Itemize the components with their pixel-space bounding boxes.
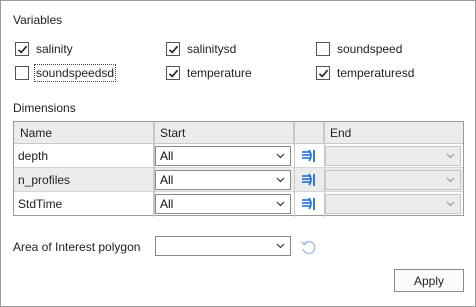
checkbox-label: salinitysd bbox=[187, 42, 237, 56]
checkbox-salinity[interactable]: salinity bbox=[15, 40, 73, 58]
checkmark-icon bbox=[168, 69, 178, 78]
checkmark-icon bbox=[168, 45, 178, 54]
arrow-to-end-icon bbox=[302, 149, 315, 162]
table-row: StdTime All bbox=[14, 192, 463, 216]
checkbox-box[interactable] bbox=[15, 66, 29, 80]
checkmark-icon bbox=[17, 45, 27, 54]
dialog-panel: Variables salinity salinitysd soundspeed… bbox=[0, 0, 476, 307]
chevron-down-icon bbox=[446, 201, 455, 207]
checkbox-label: salinity bbox=[36, 42, 73, 56]
dimension-name: StdTime bbox=[14, 192, 154, 216]
table-row: n_profiles All bbox=[14, 168, 463, 192]
checkbox-temperature[interactable]: temperature bbox=[166, 64, 252, 82]
checkbox-box[interactable] bbox=[166, 42, 180, 56]
chevron-down-icon bbox=[276, 153, 285, 159]
column-header-end[interactable]: End bbox=[324, 122, 465, 144]
column-header-name[interactable]: Name bbox=[14, 122, 154, 144]
chevron-down-icon bbox=[446, 177, 455, 183]
end-select[interactable] bbox=[325, 194, 461, 214]
dimensions-title: Dimensions bbox=[13, 101, 76, 115]
column-divider bbox=[154, 122, 155, 217]
checkbox-box[interactable] bbox=[15, 42, 29, 56]
checkbox-box[interactable] bbox=[166, 66, 180, 80]
start-select-value: All bbox=[160, 197, 174, 211]
column-divider bbox=[324, 122, 325, 217]
column-header-start[interactable]: Start bbox=[154, 122, 294, 144]
chevron-down-icon bbox=[276, 177, 285, 183]
end-select[interactable] bbox=[325, 146, 461, 166]
checkbox-temperaturesd[interactable]: temperaturesd bbox=[316, 64, 414, 82]
table-header: Name Start End bbox=[14, 122, 463, 144]
checkbox-box[interactable] bbox=[316, 42, 330, 56]
checkbox-label: soundspeed bbox=[337, 42, 403, 56]
start-select-value: All bbox=[160, 149, 174, 163]
checkmark-icon bbox=[318, 69, 328, 78]
checkbox-soundspeed[interactable]: soundspeed bbox=[316, 40, 402, 58]
end-select[interactable] bbox=[325, 170, 461, 190]
aoi-select[interactable] bbox=[155, 236, 291, 256]
checkbox-soundspeedsd[interactable]: soundspeedsd bbox=[15, 64, 117, 82]
arrow-to-end-icon bbox=[302, 173, 315, 186]
set-end-button[interactable] bbox=[300, 172, 318, 188]
aoi-label: Area of Interest polygon bbox=[13, 240, 141, 254]
set-end-button[interactable] bbox=[300, 196, 318, 212]
chevron-down-icon bbox=[276, 243, 285, 249]
checkbox-box[interactable] bbox=[316, 66, 330, 80]
checkbox-label: soundspeedsd bbox=[33, 64, 117, 82]
chevron-down-icon bbox=[446, 153, 455, 159]
checkbox-salinitysd[interactable]: salinitysd bbox=[166, 40, 236, 58]
start-select[interactable]: All bbox=[155, 194, 291, 214]
dimension-name: n_profiles bbox=[14, 168, 154, 192]
chevron-down-icon bbox=[276, 201, 285, 207]
arrow-to-end-icon bbox=[302, 197, 315, 210]
set-end-button[interactable] bbox=[300, 148, 318, 164]
column-header-action bbox=[294, 122, 324, 144]
table-row: depth All bbox=[14, 144, 463, 168]
start-select[interactable]: All bbox=[155, 146, 291, 166]
apply-button[interactable]: Apply bbox=[394, 269, 464, 292]
dimensions-table: Name Start End depth All n_profiles All … bbox=[13, 121, 464, 217]
checkbox-label: temperature bbox=[187, 66, 252, 80]
checkbox-label: temperaturesd bbox=[337, 66, 415, 80]
variables-title: Variables bbox=[13, 13, 63, 27]
refresh-icon[interactable] bbox=[300, 239, 317, 256]
start-select-value: All bbox=[160, 173, 174, 187]
column-divider bbox=[294, 122, 295, 217]
start-select[interactable]: All bbox=[155, 170, 291, 190]
dimension-name: depth bbox=[14, 144, 154, 168]
